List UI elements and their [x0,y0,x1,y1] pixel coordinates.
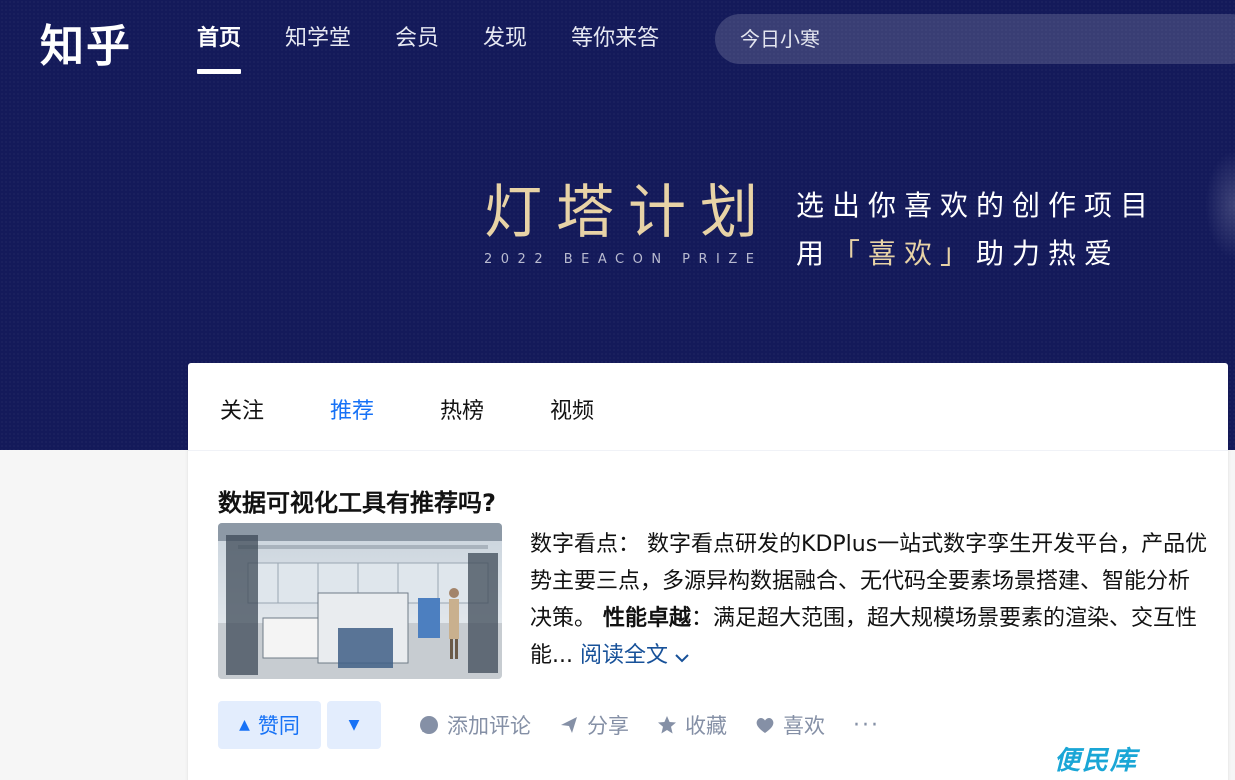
question-title[interactable]: 数据可视化工具有推荐吗? [218,483,496,518]
page: 知乎 首页 知学堂 会员 发现 等你来答 今日小寒 灯塔计划 2022 BEAC… [0,0,1235,780]
comment-label: 添加评论 [447,714,531,738]
triangle-up-icon: ▲ [239,717,250,733]
triangle-down-icon: ▼ [348,717,360,733]
feed-tabs: 关注 推荐 热榜 视频 [220,393,660,425]
answer-excerpt[interactable]: 数字看点： 数字看点研发的KDPlus一站式数字孪生开发平台，产品优势主要三点，… [530,526,1210,675]
read-more-link[interactable]: 阅读全文 [580,643,690,668]
search-input[interactable]: 今日小寒 [715,14,1235,64]
like-label: 喜欢 [783,714,825,738]
feed-card: 关注 推荐 热榜 视频 数据可视化工具有推荐吗? 数字看点： 数字看点研发的KD… [188,363,1228,780]
share-button[interactable]: 分享 [559,710,629,740]
nav-item-home[interactable]: 首页 [197,24,242,74]
chevron-down-icon [674,638,690,675]
banner-tagline-2-start: 用 [796,237,833,270]
upvote-label: 赞同 [257,714,300,738]
banner-tagline-2: 用「喜欢」助力热爱 [796,232,1120,272]
watermark-text: 便民库 [1054,746,1139,776]
nav-item-discover[interactable]: 发现 [483,24,527,54]
banner-subtitle: 2022 BEACON PRIZE [484,252,763,267]
answer-author[interactable]: 数字看点： [530,532,640,557]
tab-following[interactable]: 关注 [220,393,264,425]
nav-item-membership[interactable]: 会员 [395,24,439,54]
share-icon [559,715,579,735]
more-options-button[interactable]: ··· [853,713,880,738]
upvote-button[interactable]: ▲ 赞同 [218,701,321,749]
zhihu-logo[interactable]: 知乎 [40,10,132,74]
tab-recommended[interactable]: 推荐 [330,393,374,425]
banner-tagline-2-highlight: 「喜欢」 [832,237,977,270]
read-more-label: 阅读全文 [579,643,668,668]
top-nav: 首页 知学堂 会员 发现 等你来答 [197,24,703,74]
heart-icon [755,715,775,735]
collect-label: 收藏 [685,714,727,738]
digital-twin-scene-image [218,523,502,679]
banner-title[interactable]: 灯塔计划 [484,180,772,244]
like-button[interactable]: 喜欢 [755,710,825,740]
answer-actions: ▲ 赞同 ▼ 添加评论 分享 收藏 喜欢 ··· [218,701,880,749]
answer-bold-text: 性能卓越 [603,606,692,631]
comment-icon [419,715,439,735]
tab-hot-list[interactable]: 热榜 [440,393,484,425]
tabs-divider [188,450,1228,451]
nav-item-zhixuetang[interactable]: 知学堂 [285,24,351,54]
banner-glow [1205,150,1235,260]
comment-button[interactable]: 添加评论 [419,710,531,740]
star-icon [657,715,677,735]
banner-tagline-2-end: 助力热爱 [976,237,1121,270]
collect-button[interactable]: 收藏 [657,710,727,740]
tab-video[interactable]: 视频 [550,393,594,425]
downvote-button[interactable]: ▼ [327,701,381,749]
nav-item-waiting-answers[interactable]: 等你来答 [571,24,659,54]
share-label: 分享 [587,714,629,738]
answer-thumbnail[interactable] [218,523,502,679]
banner-tagline-1: 选出你喜欢的创作项目 [796,189,1157,222]
